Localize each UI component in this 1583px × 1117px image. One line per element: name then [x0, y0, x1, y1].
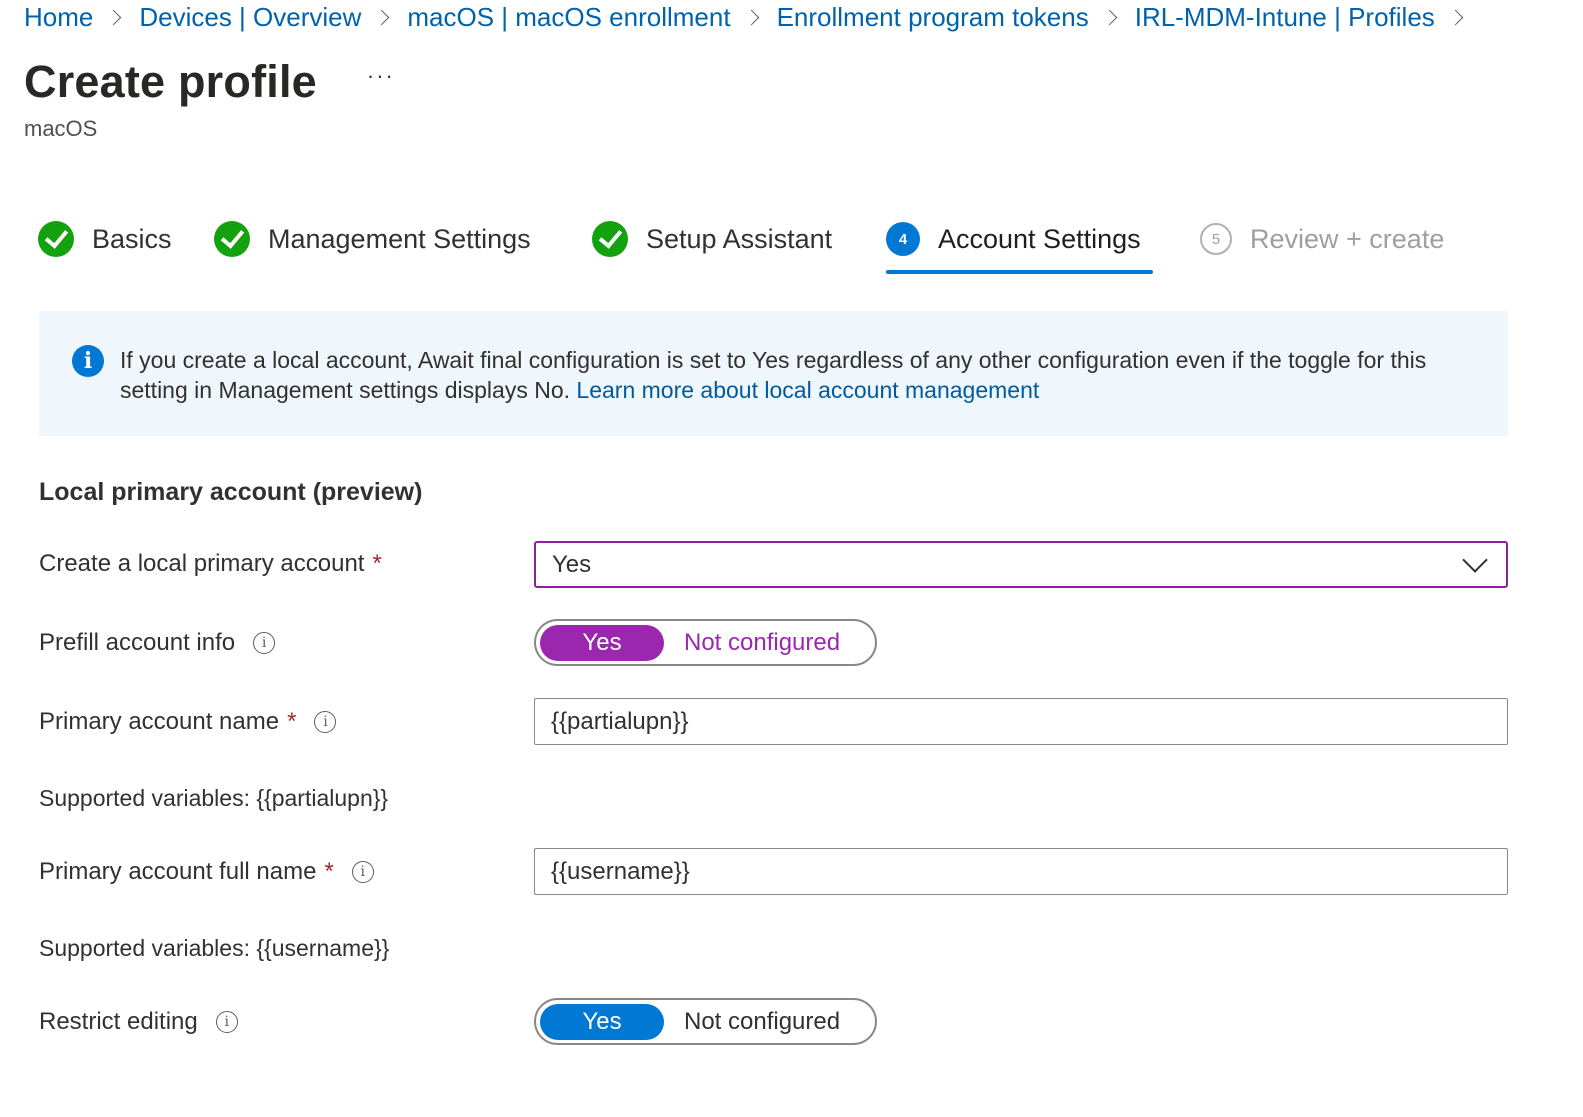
toggle-not-configured-option[interactable]: Not configured [684, 629, 840, 657]
info-text: If you create a local account, Await fin… [120, 345, 1480, 405]
toggle-yes-option[interactable]: Yes [540, 1003, 664, 1040]
primary-account-name-label: Primary account name * i [39, 708, 337, 736]
supported-variables-hint: Supported variables: {{username}} [39, 935, 390, 961]
primary-account-name-input[interactable] [534, 698, 1508, 745]
create-local-account-dropdown[interactable]: Yes [534, 541, 1508, 588]
chevron-right-icon [374, 9, 390, 25]
step-label: Account Settings [938, 223, 1141, 254]
section-title: Local primary account (preview) [39, 478, 423, 506]
restrict-editing-label: Restrict editing i [39, 1008, 238, 1036]
breadcrumb-devices-overview[interactable]: Devices | Overview [139, 2, 361, 33]
toggle-not-configured-option[interactable]: Not configured [684, 1008, 840, 1036]
chevron-down-icon [1462, 547, 1488, 573]
step-number-badge: 5 [1200, 223, 1232, 255]
restrict-editing-toggle: Yes Not configured [534, 998, 877, 1045]
prefill-account-info-toggle: Yes Not configured [534, 619, 877, 666]
step-label: Review + create [1250, 223, 1445, 254]
info-tooltip-icon[interactable]: i [314, 711, 337, 733]
required-asterisk: * [287, 708, 297, 735]
step-review-create[interactable]: 5 Review + create [1200, 214, 1444, 264]
field-label: Prefill account info [39, 629, 236, 656]
step-label: Basics [92, 223, 172, 254]
active-step-underline [886, 270, 1153, 274]
title-row: Create profile ··· [24, 56, 395, 108]
dropdown-selected-value: Yes [552, 550, 592, 578]
page-subtitle: macOS [24, 116, 98, 141]
wizard-steps: Basics Management Settings Setup Assista… [38, 214, 1488, 274]
checkmark-circle-icon [38, 221, 74, 257]
field-label: Primary account full name [39, 858, 317, 885]
primary-account-full-name-label: Primary account full name * i [39, 858, 374, 886]
step-basics[interactable]: Basics [38, 214, 172, 264]
toggle-yes-option[interactable]: Yes [540, 624, 664, 661]
learn-more-link[interactable]: Learn more about local account managemen… [576, 377, 1039, 403]
field-label: Restrict editing [39, 1008, 198, 1035]
step-setup-assistant[interactable]: Setup Assistant [592, 214, 832, 264]
chevron-right-icon [743, 9, 759, 25]
chevron-right-icon [1447, 9, 1464, 25]
page-title: Create profile [24, 56, 317, 107]
primary-account-full-name-input[interactable] [534, 848, 1508, 895]
info-icon: i [72, 345, 104, 377]
field-label: Primary account name [39, 708, 280, 735]
info-tooltip-icon[interactable]: i [351, 861, 374, 883]
chevron-right-icon [106, 9, 122, 25]
info-tooltip-icon[interactable]: i [253, 632, 276, 654]
field-label: Create a local primary account [39, 550, 365, 577]
checkmark-circle-icon [214, 221, 250, 257]
info-banner: i If you create a local account, Await f… [39, 311, 1508, 436]
breadcrumb: Home Devices | Overview macOS | macOS en… [24, 0, 1481, 34]
checkmark-circle-icon [592, 221, 628, 257]
step-label: Setup Assistant [646, 223, 833, 254]
step-account-settings[interactable]: 4 Account Settings [886, 214, 1141, 264]
step-management-settings[interactable]: Management Settings [214, 214, 531, 264]
breadcrumb-home[interactable]: Home [24, 2, 93, 33]
info-tooltip-icon[interactable]: i [215, 1011, 238, 1033]
prefill-account-info-label: Prefill account info i [39, 629, 276, 657]
required-asterisk: * [324, 858, 334, 885]
required-asterisk: * [372, 550, 382, 577]
more-options-icon[interactable]: ··· [367, 63, 395, 89]
step-label: Management Settings [268, 223, 531, 254]
breadcrumb-macos-enrollment[interactable]: macOS | macOS enrollment [407, 2, 730, 33]
breadcrumb-enrollment-tokens[interactable]: Enrollment program tokens [777, 2, 1089, 33]
step-number-badge: 4 [886, 222, 920, 256]
chevron-right-icon [1101, 9, 1117, 25]
breadcrumb-profiles[interactable]: IRL-MDM-Intune | Profiles [1135, 2, 1435, 33]
supported-variables-hint: Supported variables: {{partialupn}} [39, 785, 389, 811]
create-local-account-label: Create a local primary account * [39, 550, 382, 578]
